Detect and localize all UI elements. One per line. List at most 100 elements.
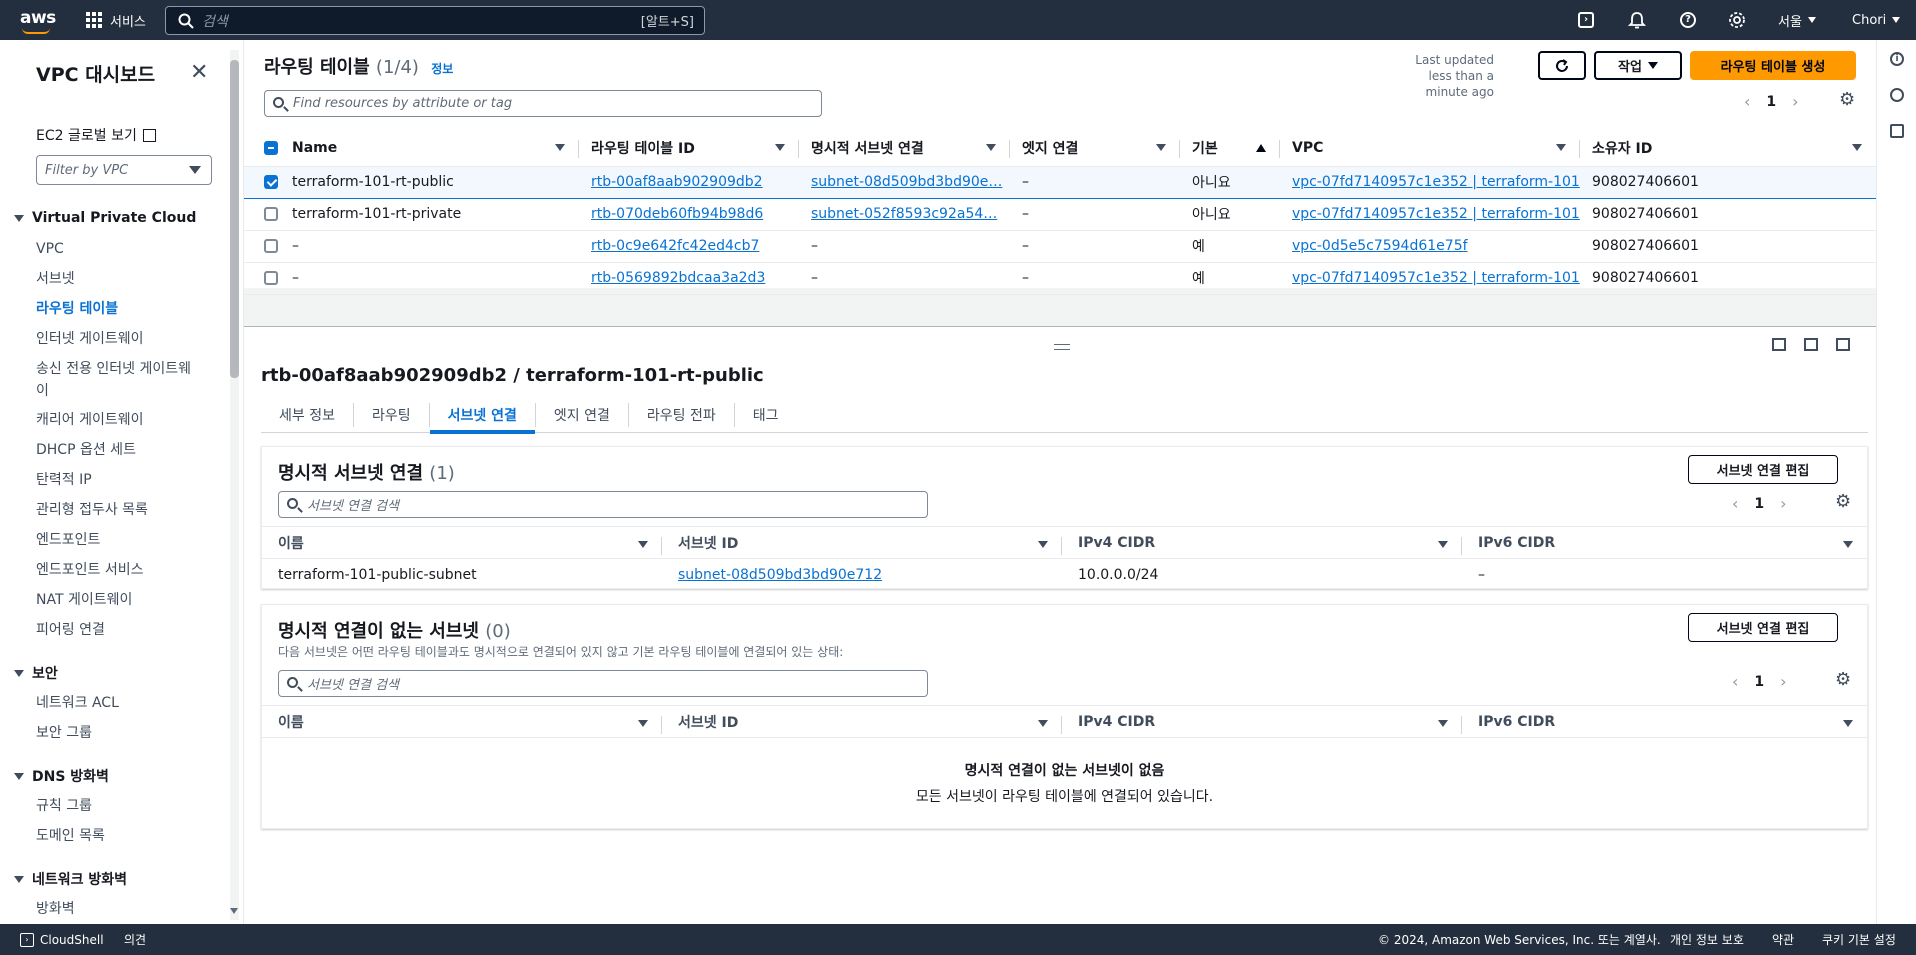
column-header-explicit-subnet[interactable]: 명시적 서브넷 연결: [799, 130, 1010, 167]
subnet-id-link[interactable]: subnet-08d509bd3bd90e712: [678, 567, 882, 583]
ec2-global-view-link[interactable]: EC2 글로벌 보기: [36, 125, 156, 145]
help-button[interactable]: ?: [1680, 0, 1696, 40]
vpc-link[interactable]: vpc-07fd7140957c1e352 | terraform-101: [1292, 174, 1580, 190]
current-page[interactable]: 1: [1766, 94, 1776, 110]
cloudshell-button[interactable]: ›: [1578, 0, 1594, 40]
edit-subnet-associations-button[interactable]: 서브넷 연결 편집: [1688, 613, 1838, 642]
table-row[interactable]: terraform-101-rt-public rtb-00af8aab9029…: [244, 165, 1876, 199]
current-page[interactable]: 1: [1754, 674, 1764, 690]
sidebar-item-dhcp-option-sets[interactable]: DHCP 옵션 세트: [36, 439, 196, 461]
global-search-input[interactable]: 검색 [알트+S]: [165, 6, 705, 35]
terms-link[interactable]: 약관: [1772, 924, 1794, 955]
table-row[interactable]: – rtb-0569892bdcaa3a2d3 – – 예 vpc-07fd71…: [244, 262, 1876, 295]
row-checkbox[interactable]: [264, 175, 278, 189]
cloudshell-footer-button[interactable]: › CloudShell: [20, 924, 104, 955]
refresh-button[interactable]: [1538, 51, 1586, 80]
select-all-checkbox[interactable]: [264, 140, 278, 155]
nav-section-vpc[interactable]: Virtual Private Cloud: [14, 210, 196, 226]
tab-routes[interactable]: 라우팅: [354, 403, 430, 427]
privacy-link[interactable]: 개인 정보 보호: [1670, 924, 1744, 955]
row-checkbox[interactable]: [264, 271, 278, 285]
scroll-down-icon[interactable]: [230, 908, 238, 914]
table-row[interactable]: – rtb-0c9e642fc42ed4cb7 – – 예 vpc-0d5e5c…: [244, 230, 1876, 263]
row-select-cell[interactable]: [244, 230, 280, 263]
subnet-link[interactable]: subnet-052f8593c92a54…: [811, 206, 997, 222]
route-table-id-link[interactable]: rtb-0569892bdcaa3a2d3: [591, 270, 765, 286]
column-header-subnet-id[interactable]: 서브넷 ID: [662, 705, 1062, 738]
close-icon[interactable]: ✕: [190, 60, 208, 85]
route-table-id-link[interactable]: rtb-070deb60fb94b98d6: [591, 206, 763, 222]
layout-side-icon[interactable]: [1804, 338, 1818, 351]
vpc-link[interactable]: vpc-07fd7140957c1e352 | terraform-101: [1292, 270, 1580, 286]
layout-full-icon[interactable]: [1836, 338, 1850, 351]
sidebar-item-domain-lists[interactable]: 도메인 목록: [36, 825, 196, 847]
sidebar-item-nat-gateways[interactable]: NAT 게이트웨이: [36, 589, 196, 611]
row-checkbox[interactable]: [264, 207, 278, 221]
sidebar-item-endpoint-services[interactable]: 엔드포인트 서비스: [36, 559, 196, 581]
sidebar-item-security-groups[interactable]: 보안 그룹: [36, 722, 196, 744]
region-selector[interactable]: 서울: [1778, 0, 1816, 40]
sidebar-item-route-tables[interactable]: 라우팅 테이블: [36, 298, 196, 320]
column-header-ipv6-cidr[interactable]: IPv6 CIDR: [1462, 705, 1867, 738]
tab-tags[interactable]: 태그: [735, 403, 797, 427]
preferences-gear-icon[interactable]: ⚙: [1835, 669, 1851, 690]
tab-route-propagation[interactable]: 라우팅 전파: [629, 403, 735, 427]
row-select-cell[interactable]: [244, 165, 280, 199]
column-header-name[interactable]: 이름: [262, 705, 662, 738]
table-row[interactable]: terraform-101-rt-private rtb-070deb60fb9…: [244, 198, 1876, 231]
sidebar-item-peering-connections[interactable]: 피어링 연결: [36, 619, 196, 641]
tab-edge-associations[interactable]: 엣지 연결: [536, 403, 629, 427]
sidebar-item-subnets[interactable]: 서브넷: [36, 268, 196, 290]
row-select-cell[interactable]: [244, 198, 280, 231]
sidebar-item-rule-groups[interactable]: 규칙 그룹: [36, 795, 196, 817]
notifications-button[interactable]: [1628, 0, 1646, 40]
column-header-route-table-id[interactable]: 라우팅 테이블 ID: [579, 130, 799, 167]
row-select-cell[interactable]: [244, 262, 280, 295]
subnet-link[interactable]: subnet-08d509bd3bd90e…: [811, 174, 1002, 190]
route-table-id-link[interactable]: rtb-0c9e642fc42ed4cb7: [591, 238, 759, 254]
next-page-icon[interactable]: ›: [1780, 494, 1786, 513]
layout-bottom-icon[interactable]: [1772, 338, 1786, 351]
nav-section-network-firewall[interactable]: 네트워크 방화벽: [14, 869, 127, 889]
select-all-cell[interactable]: [244, 130, 280, 167]
info-link[interactable]: 정보: [431, 62, 453, 76]
hexagon-icon[interactable]: [1890, 88, 1904, 102]
row-checkbox[interactable]: [264, 239, 278, 253]
vpc-link[interactable]: vpc-0d5e5c7594d61e75f: [1292, 238, 1468, 254]
column-header-subnet-id[interactable]: 서브넷 ID: [662, 526, 1062, 559]
column-header-edge[interactable]: 엣지 연결: [1010, 130, 1180, 167]
account-menu[interactable]: Chori: [1852, 0, 1901, 40]
split-panel-resize-handle[interactable]: [1054, 344, 1070, 350]
nav-section-security[interactable]: 보안: [14, 663, 58, 683]
services-menu-button[interactable]: 서비스: [86, 0, 146, 40]
next-page-icon[interactable]: ›: [1780, 672, 1786, 691]
tab-details[interactable]: 세부 정보: [261, 403, 354, 427]
edit-subnet-associations-button[interactable]: 서브넷 연결 편집: [1688, 455, 1838, 484]
preferences-gear-icon[interactable]: ⚙: [1835, 491, 1851, 512]
preferences-gear-icon[interactable]: ⚙: [1839, 89, 1855, 110]
sidebar-item-carrier-gateways[interactable]: 캐리어 게이트웨이: [36, 409, 196, 431]
feedback-link[interactable]: 의견: [124, 924, 146, 955]
create-route-table-button[interactable]: 라우팅 테이블 생성: [1690, 51, 1856, 80]
sidebar-item-vpc[interactable]: VPC: [36, 238, 196, 260]
prev-page-icon[interactable]: ‹: [1732, 494, 1738, 513]
prev-page-icon[interactable]: ‹: [1732, 672, 1738, 691]
subnet-association-search-input[interactable]: 서브넷 연결 검색: [278, 670, 928, 697]
column-header-vpc[interactable]: VPC: [1280, 130, 1580, 167]
sidebar-item-firewalls[interactable]: 방화벽: [36, 898, 196, 920]
column-header-ipv4-cidr[interactable]: IPv4 CIDR: [1062, 705, 1462, 738]
column-header-ipv6-cidr[interactable]: IPv6 CIDR: [1462, 526, 1867, 559]
tab-subnet-associations[interactable]: 서브넷 연결: [429, 403, 536, 434]
sidebar-scrollbar-thumb[interactable]: [230, 60, 239, 378]
prev-page-icon[interactable]: ‹: [1744, 92, 1750, 111]
nav-section-dns-firewall[interactable]: DNS 방화벽: [14, 766, 109, 786]
column-header-main[interactable]: 기본: [1180, 130, 1280, 167]
sidebar-item-internet-gateways[interactable]: 인터넷 게이트웨이: [36, 328, 196, 350]
sidebar-item-network-acls[interactable]: 네트워크 ACL: [36, 692, 196, 714]
actions-button[interactable]: 작업: [1594, 51, 1682, 80]
route-table-search-input[interactable]: Find resources by attribute or tag: [264, 90, 822, 117]
sidebar-item-managed-prefix-lists[interactable]: 관리형 접두사 목록: [36, 499, 196, 521]
vpc-link[interactable]: vpc-07fd7140957c1e352 | terraform-101: [1292, 206, 1580, 222]
column-header-ipv4-cidr[interactable]: IPv4 CIDR: [1062, 526, 1462, 559]
next-page-icon[interactable]: ›: [1792, 92, 1798, 111]
